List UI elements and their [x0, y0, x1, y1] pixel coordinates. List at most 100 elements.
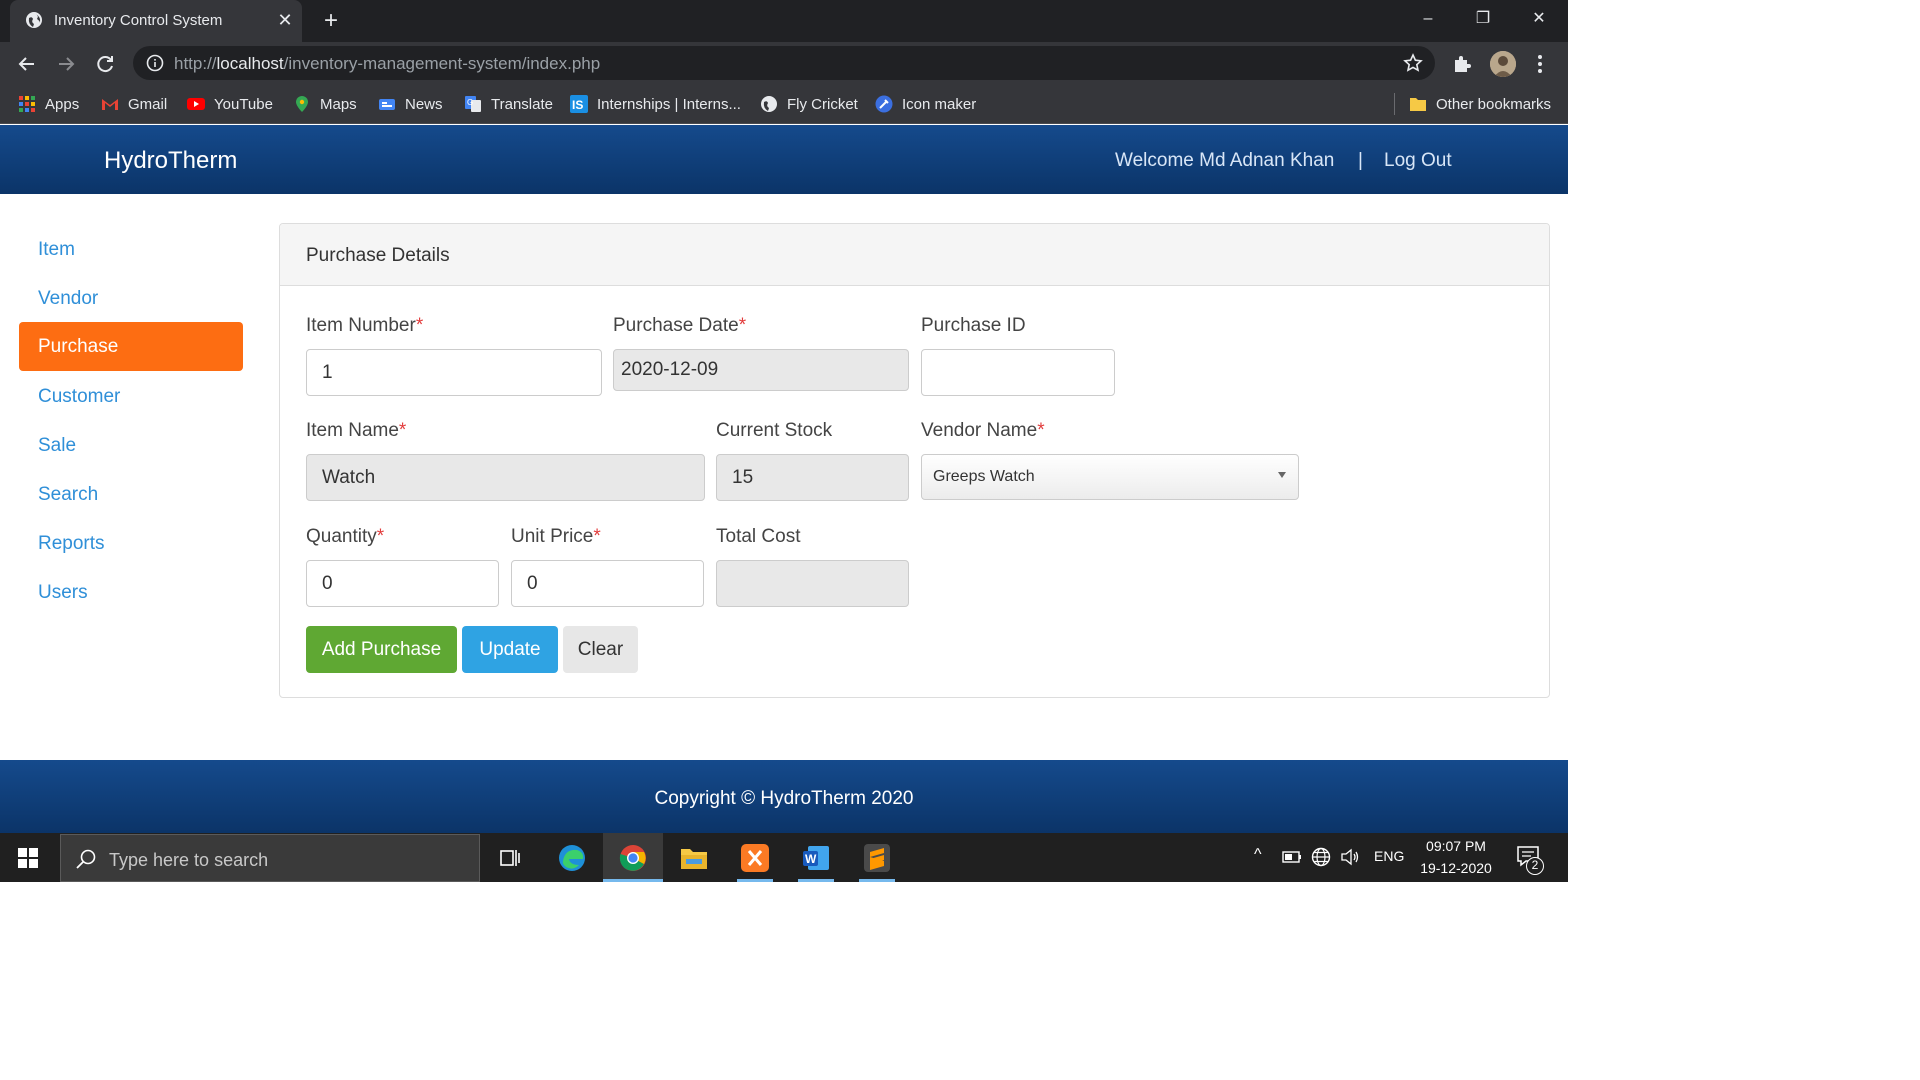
icon-maker-icon — [875, 95, 893, 113]
vendor-name-label: Vendor Name* — [921, 420, 1045, 442]
profile-avatar[interactable] — [1490, 51, 1516, 77]
volume-icon[interactable] — [1340, 847, 1360, 867]
bookmark-label: Translate — [491, 95, 553, 113]
address-bar[interactable]: http://localhost/inventory-management-sy… — [133, 46, 1435, 80]
close-tab-icon[interactable]: ✕ — [276, 11, 294, 29]
restore-icon[interactable]: ❐ — [1461, 6, 1505, 32]
battery-icon[interactable] — [1282, 850, 1302, 864]
taskbar-file-explorer[interactable] — [664, 833, 724, 882]
info-icon[interactable] — [146, 54, 164, 72]
browser-tab-bar: Inventory Control System ✕ + – ❐ ✕ — [0, 0, 1568, 42]
sidebar-item-reports[interactable]: Reports — [19, 519, 243, 568]
unit-price-input[interactable]: 0 — [511, 560, 704, 607]
sidebar-item-item[interactable]: Item — [19, 225, 243, 274]
bookmark-icon-maker[interactable]: Icon maker — [875, 94, 976, 114]
apps-grid-icon — [19, 96, 35, 112]
unit-price-label: Unit Price* — [511, 526, 601, 548]
new-tab-icon[interactable]: + — [318, 9, 344, 35]
url-text: http://localhost/inventory-management-sy… — [174, 54, 600, 74]
current-stock-input[interactable]: 15 — [716, 454, 909, 501]
minimize-icon[interactable]: – — [1406, 6, 1450, 32]
quantity-label: Quantity* — [306, 526, 384, 548]
xampp-icon — [741, 844, 769, 872]
active-indicator — [603, 879, 663, 882]
url-path: /inventory-management-system/index.php — [283, 54, 601, 73]
browser-tab[interactable]: Inventory Control System ✕ — [10, 0, 302, 42]
taskbar-sublime[interactable] — [847, 833, 907, 882]
taskbar-edge[interactable] — [542, 833, 602, 882]
task-view-icon[interactable] — [498, 846, 522, 870]
clear-button[interactable]: Clear — [563, 626, 638, 673]
sidebar-item-users[interactable]: Users — [19, 568, 243, 617]
item-name-label: Item Name* — [306, 420, 406, 442]
taskbar-word[interactable]: W — [786, 833, 846, 882]
sidebar-item-purchase[interactable]: Purchase — [19, 322, 243, 371]
extensions-puzzle-icon[interactable] — [1452, 54, 1472, 74]
bookmark-news[interactable]: News — [378, 94, 443, 114]
purchase-panel: Purchase Details Item Number* 1 Purchase… — [279, 223, 1550, 698]
purchase-date-label: Purchase Date* — [613, 315, 746, 337]
avatar-image — [1490, 51, 1516, 77]
label-text: Purchase ID — [921, 315, 1026, 336]
add-purchase-button[interactable]: Add Purchase — [306, 626, 457, 673]
edge-icon — [559, 845, 585, 871]
windows-start-icon[interactable] — [18, 848, 38, 868]
purchase-date-input[interactable]: 2020-12-09 — [613, 349, 909, 391]
bookmark-internships[interactable]: IS Internships | Interns... — [570, 94, 741, 114]
logout-link[interactable]: Log Out — [1384, 150, 1452, 172]
tray-chevron-icon[interactable]: ^ — [1254, 846, 1262, 864]
taskbar-xampp[interactable] — [725, 833, 785, 882]
current-stock-label: Current Stock — [716, 420, 832, 442]
close-window-icon[interactable]: ✕ — [1517, 6, 1561, 32]
back-arrow-icon[interactable] — [14, 51, 40, 77]
sidebar-item-customer[interactable]: Customer — [19, 372, 243, 421]
windows-taskbar: Type here to search W ^ ENG 09:07 PM 19-… — [0, 833, 1568, 882]
clock-date[interactable]: 19-12-2020 — [1418, 860, 1494, 876]
quantity-input[interactable]: 0 — [306, 560, 499, 607]
purchase-id-input[interactable] — [921, 349, 1115, 396]
bookmark-apps[interactable]: Apps — [18, 94, 79, 114]
taskbar-chrome[interactable] — [603, 833, 663, 882]
internshala-icon: IS — [570, 95, 588, 113]
item-number-input[interactable]: 1 — [306, 349, 602, 396]
vendor-name-select[interactable]: Greeps Watch — [921, 454, 1299, 500]
bookmark-youtube[interactable]: YouTube — [187, 94, 273, 114]
taskbar-search[interactable]: Type here to search — [60, 834, 480, 882]
label-text: Purchase Date — [613, 315, 739, 336]
reload-icon[interactable] — [92, 51, 118, 77]
total-cost-input[interactable] — [716, 560, 909, 607]
search-icon — [76, 849, 96, 869]
word-icon: W — [803, 846, 829, 870]
bookmark-other[interactable]: Other bookmarks — [1409, 94, 1551, 114]
item-name-input[interactable]: Watch — [306, 454, 705, 501]
bookmark-maps[interactable]: Maps — [293, 94, 357, 114]
clock-time[interactable]: 09:07 PM — [1418, 838, 1494, 854]
network-globe-icon[interactable] — [1311, 847, 1331, 867]
update-button[interactable]: Update — [462, 626, 558, 673]
sidebar-item-sale[interactable]: Sale — [19, 421, 243, 470]
bookmark-star-icon[interactable] — [1403, 53, 1423, 73]
label-text: Vendor Name — [921, 420, 1038, 441]
bookmark-fly-cricket[interactable]: Fly Cricket — [760, 94, 858, 114]
required-mark: * — [738, 315, 747, 336]
sidebar-item-search[interactable]: Search — [19, 470, 243, 519]
brand-title[interactable]: HydroTherm — [104, 147, 237, 175]
chrome-icon — [619, 845, 646, 871]
url-host: localhost — [216, 54, 284, 73]
required-mark: * — [593, 526, 601, 547]
browser-toolbar: http://localhost/inventory-management-sy… — [0, 42, 1568, 84]
bookmark-gmail[interactable]: Gmail — [101, 94, 167, 114]
sidebar-item-vendor[interactable]: Vendor — [19, 274, 243, 323]
required-mark: * — [415, 315, 424, 336]
news-icon — [379, 99, 395, 110]
more-menu-icon[interactable] — [1532, 52, 1548, 76]
bookmark-translate[interactable]: G Translate — [464, 94, 553, 114]
vendor-name-value: Greeps Watch — [933, 468, 1035, 485]
notification-center[interactable]: 2 — [1516, 845, 1546, 875]
language-indicator[interactable]: ENG — [1374, 848, 1404, 864]
forward-arrow-icon[interactable] — [53, 51, 79, 77]
bookmark-label: News — [405, 95, 443, 113]
bookmark-label: YouTube — [214, 95, 273, 113]
page-footer: Copyright © HydroTherm 2020 — [0, 760, 1568, 833]
bookmark-label: Internships | Interns... — [597, 95, 741, 113]
